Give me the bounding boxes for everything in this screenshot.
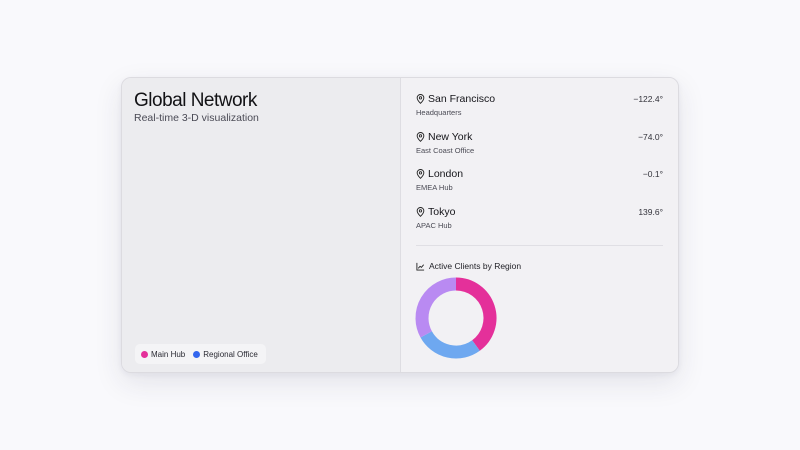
location-coordinate: −74.0°	[638, 131, 663, 142]
location-name: Tokyo	[428, 205, 456, 218]
location-list: San Francisco Headquarters −122.4° New Y…	[416, 93, 663, 243]
location-coordinate: −0.1°	[642, 169, 663, 179]
location-item-tokyo[interactable]: Tokyo APAC Hub 139.6°	[416, 206, 663, 244]
legend-item-regional-office: Regional Office	[193, 350, 258, 359]
map-pin-icon	[416, 206, 425, 217]
locations-panel: San Francisco Headquarters −122.4° New Y…	[401, 78, 678, 372]
legend-label: Main Hub	[151, 349, 186, 359]
regional-office-dot	[193, 350, 201, 358]
map-pin-icon	[416, 94, 425, 104]
global-network-card: Global Network Real-time 3-D visualizati…	[121, 77, 679, 373]
location-coordinate: 139.6°	[638, 206, 663, 217]
map-pin-icon	[416, 169, 425, 179]
location-name: San Francisco	[428, 93, 496, 105]
map-pin-icon	[416, 131, 425, 142]
location-subtitle: EMEA Hub	[416, 183, 453, 192]
chart-header: Active Clients by Region	[416, 261, 521, 271]
main-hub-dot	[141, 350, 148, 358]
location-name: New York	[428, 130, 473, 143]
donut-slice-0[interactable]	[455, 277, 497, 351]
location-subtitle: Headquarters	[416, 108, 462, 117]
panel-subtitle: Real-time 3-D visualization	[134, 112, 259, 124]
chart-title: Active Clients by Region	[429, 261, 522, 271]
location-subtitle: East Coast Office	[416, 145, 475, 155]
location-name: London	[428, 168, 464, 180]
clients-donut-chart[interactable]	[415, 277, 497, 359]
legend-item-main-hub: Main Hub	[141, 350, 185, 359]
donut-slice-1[interactable]	[420, 330, 480, 359]
divider	[416, 245, 663, 246]
location-coordinate: −122.4°	[633, 94, 663, 104]
location-item-new-york[interactable]: New York East Coast Office −74.0°	[416, 131, 663, 169]
panel-title: Global Network	[134, 90, 257, 111]
legend-label: Regional Office	[203, 349, 258, 359]
donut-slice-2[interactable]	[415, 277, 457, 338]
legend: Main Hub Regional Office	[135, 344, 266, 364]
location-item-san-francisco[interactable]: San Francisco Headquarters −122.4°	[416, 93, 663, 131]
line-chart-icon	[416, 262, 425, 271]
location-subtitle: APAC Hub	[416, 220, 452, 230]
location-item-london[interactable]: London EMEA Hub −0.1°	[416, 168, 663, 206]
globe-panel[interactable]: Global Network Real-time 3-D visualizati…	[122, 78, 401, 372]
